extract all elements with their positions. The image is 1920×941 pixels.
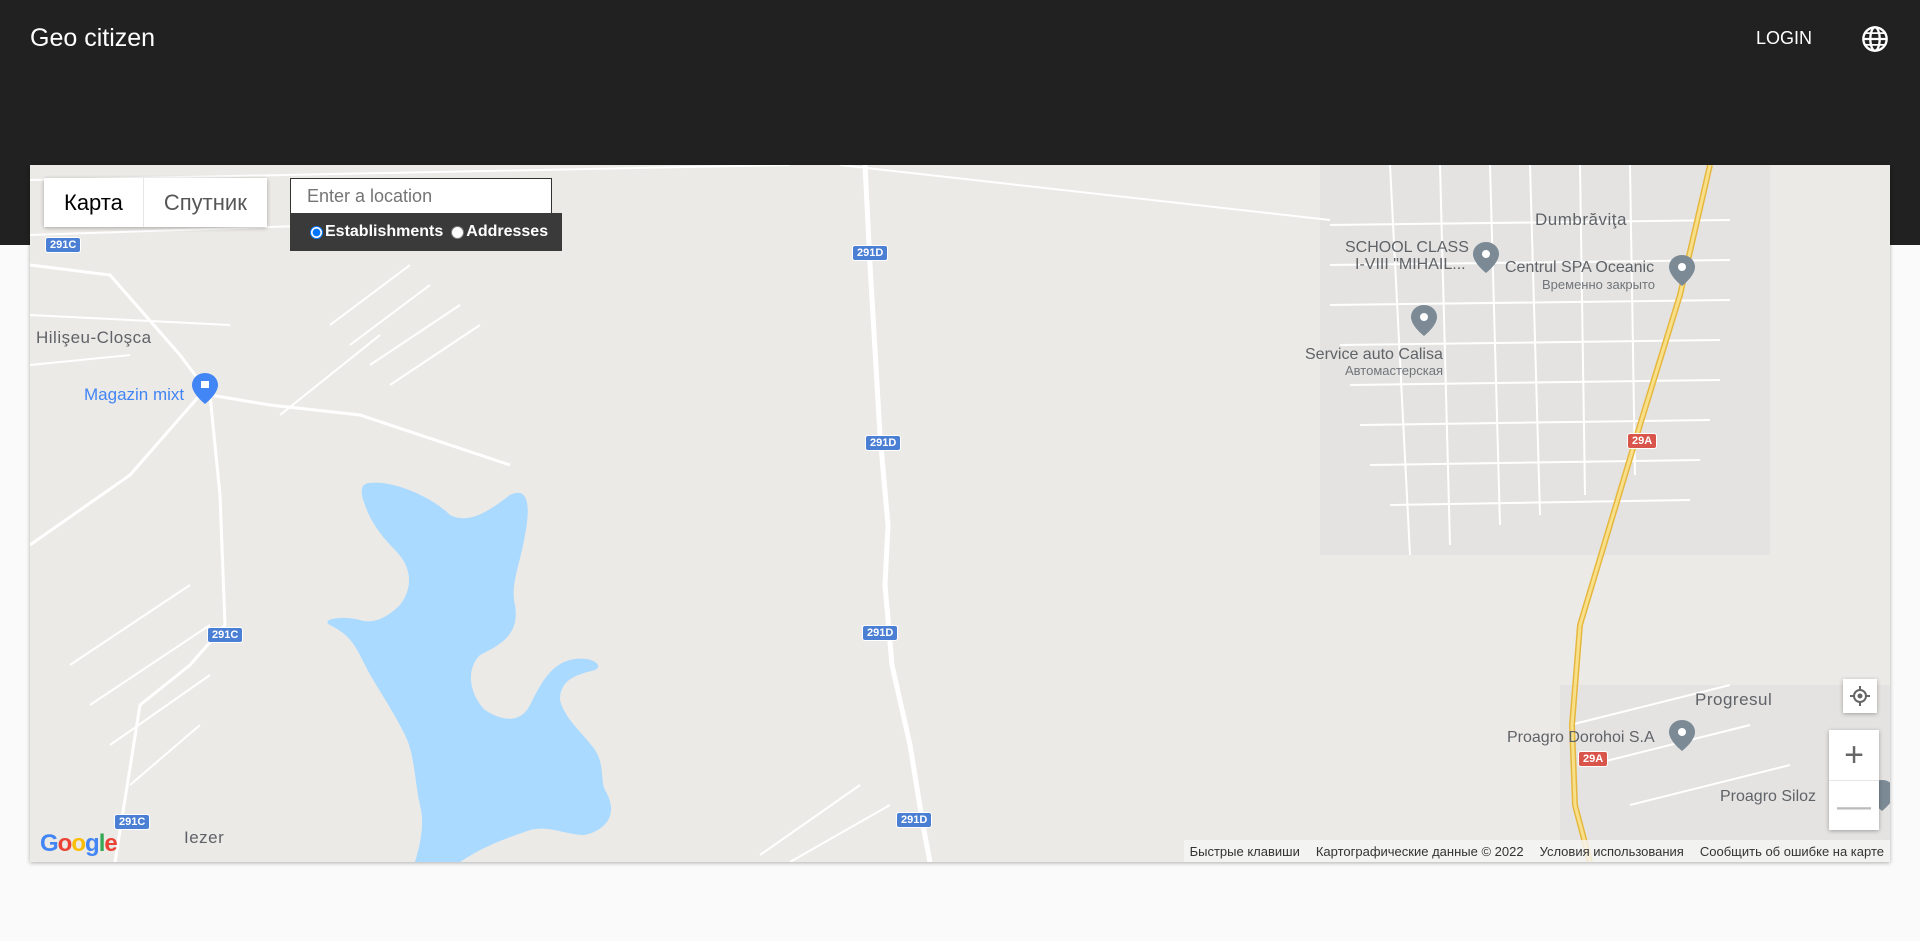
- road-shield: 291D: [896, 812, 933, 828]
- terms-link[interactable]: Условия использования: [1540, 844, 1684, 859]
- road-shield: 291C: [114, 814, 151, 830]
- addresses-radio[interactable]: [451, 225, 465, 239]
- map-type-map-button[interactable]: Карта: [44, 178, 144, 227]
- road-shield: 291C: [207, 627, 244, 643]
- establishments-label: Establishments: [325, 223, 444, 240]
- road-shield: 29A: [1627, 433, 1658, 449]
- establishments-option[interactable]: Establishments: [310, 223, 443, 241]
- google-logo[interactable]: Google: [40, 830, 118, 858]
- road-shield: 291D: [852, 245, 889, 261]
- map-attribution: Быстрые клавиши Картографические данные …: [1183, 840, 1890, 862]
- road-shield: 291C: [45, 237, 82, 253]
- app-title: Geo citizen: [30, 24, 156, 52]
- zoom-out-button[interactable]: —: [1829, 780, 1879, 830]
- place-label: Progresul: [1695, 690, 1773, 709]
- poi-label[interactable]: SCHOOL CLASS: [1345, 239, 1469, 256]
- search-type-options: Establishments Addresses: [290, 213, 562, 251]
- poi-label[interactable]: I-VIII "MIHAIL...: [1355, 256, 1466, 273]
- road-291d: [862, 165, 933, 862]
- road-shield: 291D: [865, 435, 902, 451]
- road-shield: 291D: [862, 625, 899, 641]
- login-button[interactable]: LOGIN: [1756, 28, 1812, 49]
- my-location-button[interactable]: [1843, 679, 1877, 713]
- poi-label[interactable]: Proagro Siloz: [1720, 788, 1816, 805]
- establishments-radio[interactable]: [310, 225, 323, 239]
- language-button[interactable]: [1860, 25, 1890, 55]
- keyboard-shortcuts-link[interactable]: Быстрые клавиши: [1190, 844, 1300, 859]
- addresses-label: Addresses: [466, 223, 549, 240]
- map-type-satellite-button[interactable]: Спутник: [143, 178, 267, 227]
- zoom-control: + —: [1829, 730, 1879, 830]
- poi-label[interactable]: Centrul SPA Oceanic: [1505, 259, 1654, 276]
- place-label: Iezer: [184, 828, 225, 847]
- map-data-text: Картографические данные © 2022: [1315, 843, 1524, 859]
- addresses-option[interactable]: Addresses: [451, 223, 548, 241]
- crosshair-icon: [1850, 686, 1870, 706]
- poi-label[interactable]: Service auto Calisa: [1305, 346, 1443, 363]
- map-view[interactable]: 291C 291C 291C 291D 291D 291D 291D 29A 2…: [30, 165, 1890, 862]
- globe-icon: [1862, 26, 1888, 52]
- road-shield: 29A: [1578, 751, 1609, 767]
- poi-status: Временно закрыто: [1542, 277, 1655, 292]
- poi-label[interactable]: Proagro Dorohoi S.A: [1507, 729, 1655, 746]
- zoom-in-button[interactable]: +: [1829, 730, 1879, 780]
- poi-label[interactable]: Magazin mixt: [84, 385, 184, 405]
- place-label: Dumbrăviţa: [1535, 210, 1627, 229]
- poi-type: Автомастерская: [1345, 363, 1444, 378]
- report-error-link[interactable]: Сообщить об ошибке на карте: [1700, 844, 1884, 859]
- lake: [327, 482, 612, 862]
- location-search-input[interactable]: [290, 178, 552, 214]
- place-label: Hilişeu-Cloşca: [36, 328, 152, 347]
- map-type-control: Карта Спутник: [44, 178, 267, 227]
